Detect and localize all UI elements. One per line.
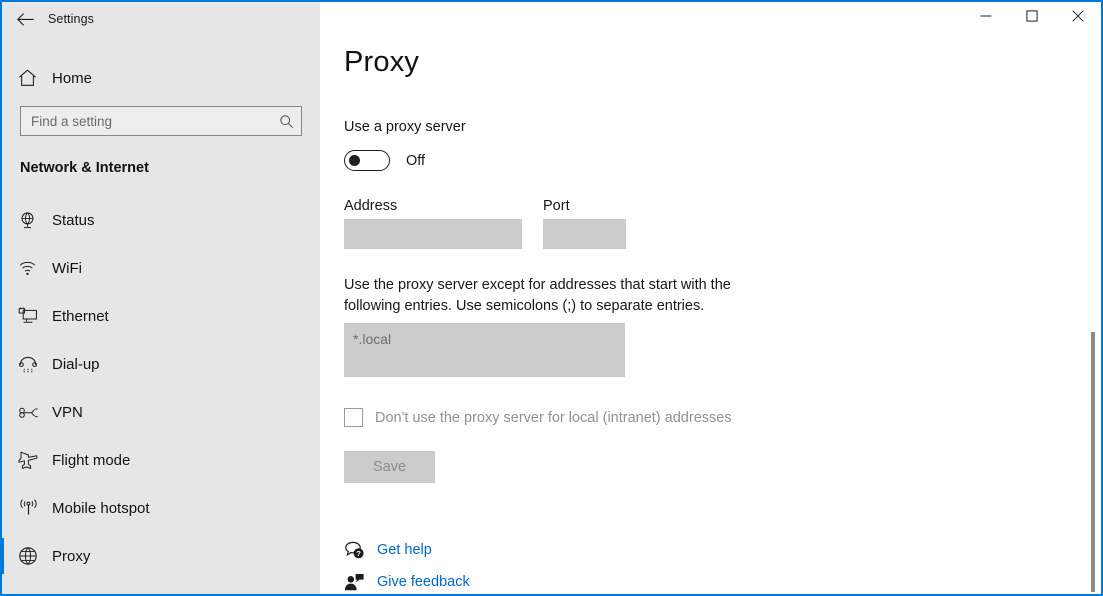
sidebar-nav-list: Status WiFi Ethernet Dial-up VPN Flight …: [2, 196, 320, 580]
back-button[interactable]: [2, 3, 48, 35]
globe-icon: [18, 546, 48, 566]
use-proxy-server-label: Use a proxy server: [344, 119, 466, 135]
sidebar-item-dial-up[interactable]: Dial-up: [2, 340, 320, 388]
app-title: Settings: [48, 12, 94, 26]
sidebar-item-flight-mode-label: Flight mode: [52, 451, 131, 469]
bypass-description: Use the proxy server except for addresse…: [344, 277, 731, 314]
sidebar-item-home-label: Home: [52, 69, 93, 87]
proxy-server-fields: Address Port: [344, 198, 1101, 249]
sidebar-item-mobile-hotspot[interactable]: Mobile hotspot: [2, 484, 320, 532]
address-input[interactable]: [344, 219, 522, 249]
maximize-icon: [1026, 9, 1038, 27]
page-title: Proxy: [344, 46, 420, 78]
sidebar-item-dial-up-label: Dial-up: [52, 355, 100, 373]
dialup-phone-icon: [18, 356, 48, 373]
sidebar-section-header: Network & Internet: [20, 160, 149, 176]
sidebar-item-status[interactable]: Status: [2, 196, 320, 244]
wifi-icon: [18, 260, 48, 277]
port-label: Port: [543, 198, 570, 214]
get-help-link[interactable]: ? Get help: [344, 537, 494, 563]
settings-content: Proxy Use a proxy server Off Address Por…: [320, 2, 1101, 594]
sidebar-item-flight-mode[interactable]: Flight mode: [2, 436, 320, 484]
search-icon[interactable]: [279, 114, 294, 129]
sidebar-item-ethernet-label: Ethernet: [52, 307, 109, 325]
airplane-icon: [18, 451, 48, 470]
sidebar-item-wifi-label: WiFi: [52, 259, 82, 277]
globe-monitor-icon: [18, 211, 48, 230]
scrollbar[interactable]: [1088, 34, 1098, 592]
use-proxy-toggle[interactable]: [344, 150, 390, 171]
sidebar-item-mobile-hotspot-label: Mobile hotspot: [52, 499, 150, 517]
give-feedback-label: Give feedback: [377, 574, 470, 590]
main-content-pane: Proxy Use a proxy server Off Address Por…: [320, 2, 1101, 594]
use-proxy-toggle-row: Off: [344, 150, 1101, 171]
sidebar-item-wifi[interactable]: WiFi: [2, 244, 320, 292]
settings-window: Settings Home Network & Internet: [0, 0, 1103, 596]
sidebar: Settings Home Network & Internet: [2, 2, 320, 594]
ethernet-icon: [18, 307, 48, 325]
svg-text:?: ?: [356, 549, 361, 558]
help-bubble-icon: ?: [344, 541, 374, 560]
port-group: Port: [543, 198, 626, 249]
close-button[interactable]: [1055, 2, 1101, 34]
sidebar-item-proxy[interactable]: Proxy: [2, 532, 320, 580]
local-bypass-checkbox-row[interactable]: Don't use the proxy server for local (in…: [344, 408, 1101, 427]
local-bypass-checkbox-label: Don't use the proxy server for local (in…: [375, 409, 732, 426]
help-links: ? Get help Give feedback: [344, 537, 1101, 594]
address-group: Address: [344, 198, 522, 249]
maximize-button[interactable]: [1009, 2, 1055, 34]
use-proxy-toggle-state: Off: [406, 152, 426, 169]
vpn-key-icon: [18, 405, 48, 420]
sidebar-item-status-label: Status: [52, 211, 95, 229]
scrollbar-thumb[interactable]: [1091, 332, 1095, 592]
back-arrow-icon: [16, 12, 34, 26]
address-label: Address: [344, 198, 398, 214]
sidebar-item-proxy-label: Proxy: [52, 547, 91, 565]
close-icon: [1072, 9, 1084, 27]
sidebar-item-vpn[interactable]: VPN: [2, 388, 320, 436]
search-input[interactable]: [31, 113, 279, 129]
bypass-entries-input[interactable]: [344, 323, 625, 377]
sidebar-item-vpn-label: VPN: [52, 403, 83, 421]
window-titlebar-left: Settings: [2, 2, 320, 36]
sidebar-item-ethernet[interactable]: Ethernet: [2, 292, 320, 340]
toggle-knob: [349, 155, 360, 166]
sidebar-item-home[interactable]: Home: [2, 58, 320, 98]
search-box[interactable]: [20, 106, 302, 136]
home-icon: [18, 69, 48, 87]
get-help-label: Get help: [377, 542, 432, 558]
feedback-person-icon: [344, 573, 374, 592]
window-controls: [963, 2, 1101, 34]
minimize-icon: [980, 9, 992, 27]
minimize-button[interactable]: [963, 2, 1009, 34]
hotspot-icon: [18, 498, 48, 518]
give-feedback-link[interactable]: Give feedback: [344, 569, 494, 594]
local-bypass-checkbox[interactable]: [344, 408, 363, 427]
port-input[interactable]: [543, 219, 626, 249]
save-button[interactable]: Save: [344, 451, 435, 483]
